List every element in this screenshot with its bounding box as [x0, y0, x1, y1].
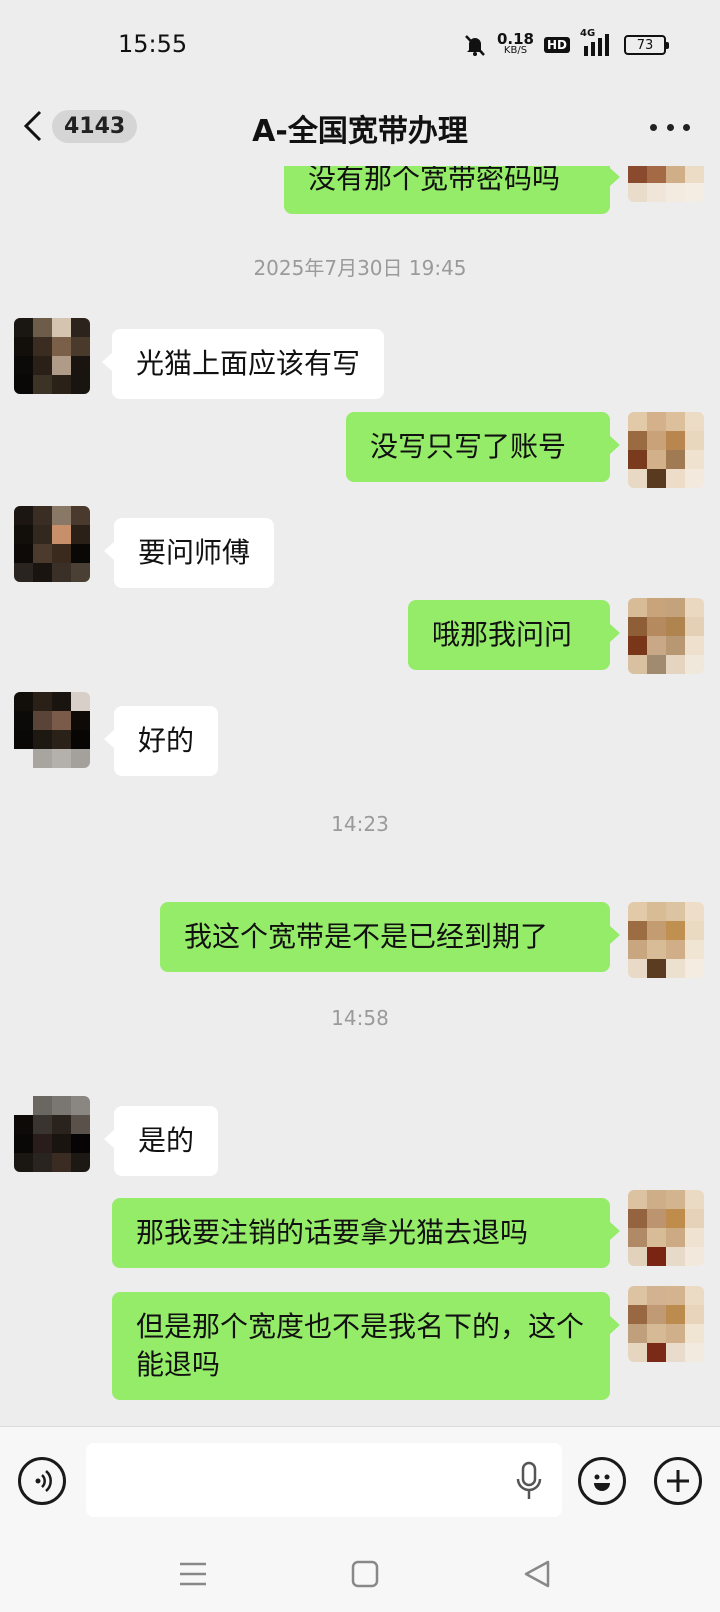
status-bar: 15:55 0.18 KB/S HD 4G 73 — [0, 0, 720, 88]
message-bubble-incoming[interactable]: 要问师傅 — [103, 518, 275, 588]
self-avatar[interactable] — [628, 902, 704, 978]
message-text: 要问师傅 — [138, 536, 251, 569]
message-text: 没写只写了账号 — [370, 430, 567, 463]
chat-header: 4143 A-全国宽带办理 — [0, 88, 720, 166]
message-text: 那我要注销的话要拿光猫去退吗 — [136, 1216, 529, 1249]
system-nav-bar — [0, 1536, 720, 1612]
voice-mode-button[interactable] — [18, 1457, 66, 1505]
message-list[interactable]: 没有那个宽带密码吗 2025年7月30日 19:45 光猫上面应该有写 没写只写… — [0, 166, 720, 1426]
more-options-button[interactable] — [650, 114, 690, 140]
self-avatar[interactable] — [628, 1190, 704, 1266]
self-avatar[interactable] — [628, 412, 704, 488]
message-bubble-outgoing[interactable]: 那我要注销的话要拿光猫去退吗 — [112, 1198, 620, 1268]
plus-icon — [667, 1470, 689, 1492]
self-avatar[interactable] — [628, 598, 704, 674]
back-triangle-icon[interactable] — [520, 1558, 554, 1590]
contact-avatar[interactable] — [14, 318, 90, 394]
emoji-button[interactable] — [578, 1457, 626, 1505]
battery-icon: 73 — [624, 35, 669, 55]
message-bubble-outgoing[interactable]: 但是那个宽度也不是我名下的，这个能退吗 — [112, 1292, 620, 1400]
self-avatar[interactable] — [628, 166, 704, 202]
timestamp: 2025年7月30日 19:45 — [253, 256, 467, 280]
mute-bell-icon — [465, 35, 485, 56]
dot-icon — [650, 123, 657, 131]
contact-avatar[interactable] — [14, 506, 90, 582]
network-speed: 0.18 KB/S — [496, 30, 534, 57]
speed-value: 0.18 — [496, 30, 534, 48]
speed-unit: KB/S — [503, 45, 528, 56]
message-bubble-outgoing[interactable]: 哦那我问问 — [408, 600, 620, 670]
chat-title: A-全国宽带办理 — [252, 114, 468, 149]
message-bubble-outgoing[interactable]: 没写只写了账号 — [346, 412, 620, 482]
message-bubble-incoming[interactable]: 光猫上面应该有写 — [101, 329, 385, 399]
emoji-icon — [594, 1474, 610, 1491]
status-icons: 0.18 KB/S HD 4G 73 — [463, 28, 669, 60]
message-bubble-incoming[interactable]: 好的 — [103, 706, 219, 776]
message-text: 是的 — [138, 1124, 195, 1157]
message-text: 但是那个宽度也不是我名下的，这个能退吗 — [136, 1310, 585, 1381]
battery-level: 73 — [636, 37, 654, 53]
menu-icon[interactable] — [176, 1558, 210, 1590]
contact-avatar[interactable] — [14, 1096, 90, 1172]
message-input[interactable] — [86, 1443, 562, 1517]
dot-icon — [683, 123, 690, 131]
chat-input-bar — [0, 1426, 720, 1536]
message-bubble-incoming[interactable]: 是的 — [103, 1106, 219, 1176]
message-bubble-outgoing[interactable]: 我这个宽带是不是已经到期了 — [160, 902, 620, 972]
message-text: 哦那我问问 — [432, 618, 573, 651]
signal-icon: 4G — [580, 28, 614, 58]
status-time: 15:55 — [118, 30, 188, 58]
microphone-icon[interactable] — [512, 1461, 546, 1501]
self-avatar[interactable] — [628, 1286, 704, 1362]
message-text: 没有那个宽带密码吗 — [308, 166, 561, 195]
message-text: 光猫上面应该有写 — [136, 347, 361, 380]
home-square-icon[interactable] — [348, 1558, 382, 1590]
message-text: 好的 — [138, 724, 195, 757]
timestamp: 14:58 — [331, 1006, 389, 1030]
voice-mode-icon — [35, 1470, 52, 1492]
timestamp: 14:23 — [331, 812, 389, 836]
dot-icon — [666, 123, 674, 131]
message-bubble-outgoing[interactable]: 没有那个宽带密码吗 — [284, 166, 620, 214]
contact-avatar[interactable] — [14, 692, 90, 768]
hd-badge: HD — [543, 37, 570, 53]
message-text: 我这个宽带是不是已经到期了 — [184, 920, 549, 953]
plus-button[interactable] — [654, 1457, 702, 1505]
